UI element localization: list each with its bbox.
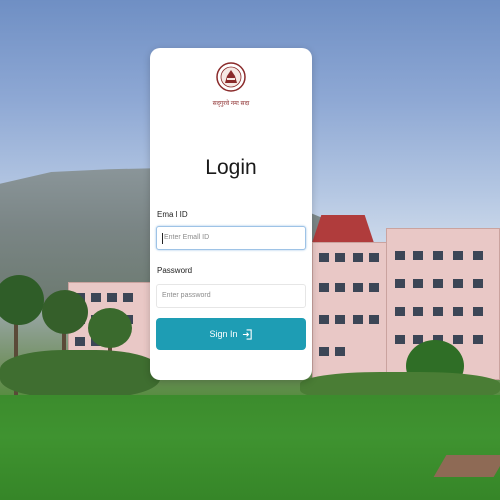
password-placeholder: Enter password (162, 292, 211, 299)
password-label: Password (157, 266, 193, 275)
login-card: सद्‌गुरवे नमः सदा Login Ema l ID Enter E… (150, 48, 312, 380)
palm-tree (0, 275, 44, 325)
email-placeholder: Enter Emall ID (164, 234, 210, 241)
email-label: Ema l ID (157, 210, 188, 219)
sign-in-button[interactable]: Sign In (156, 318, 306, 350)
building-roof (312, 215, 374, 243)
palm-tree (88, 308, 132, 348)
palm-tree (42, 290, 88, 334)
building-center-right (312, 242, 388, 379)
password-field[interactable]: Enter password (156, 284, 306, 308)
university-emblem-icon (216, 62, 246, 92)
sign-in-icon (242, 328, 252, 340)
email-field[interactable]: Enter Emall ID (156, 226, 306, 250)
sign-in-label: Sign In (209, 329, 238, 339)
path (433, 455, 500, 477)
hedge (0, 350, 160, 398)
lawn (0, 395, 500, 500)
page-title: Login (205, 156, 257, 179)
emblem-motto: सद्‌गुरवे नमः सदा (212, 101, 250, 107)
